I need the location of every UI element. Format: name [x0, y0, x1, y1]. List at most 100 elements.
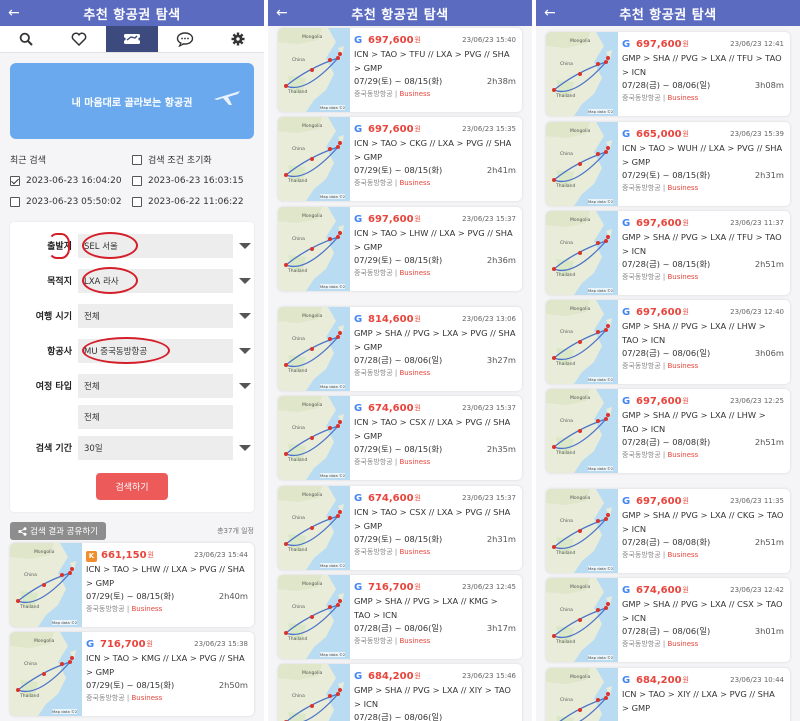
map-label-mongolia: Mongolia	[302, 35, 323, 40]
travel-time-select[interactable]: 전체	[78, 303, 251, 328]
price: G 697,600 원	[354, 123, 421, 137]
route-map	[546, 489, 618, 573]
cabin-class: Business	[667, 272, 699, 281]
tab-favorites[interactable]	[53, 26, 106, 52]
cabin-class: Business	[399, 178, 431, 187]
flight-card[interactable]: Mongolia China Thailand Map data ©2 G 697,600…	[546, 489, 790, 573]
flight-card[interactable]: Mongolia China Thailand Map data ©2 G 716,700…	[278, 575, 522, 659]
map-label-mongolia: Mongolia	[570, 129, 591, 134]
chevron-down-icon	[239, 277, 251, 284]
duration: 2h41m	[486, 165, 516, 175]
map-label-thailand: Thailand	[288, 90, 308, 95]
cabin-class: Business	[399, 368, 431, 377]
flight-card[interactable]: MongoliaChinaThailandMap data ©2G684,200…	[546, 668, 790, 721]
price: G 716,700 원	[354, 581, 421, 595]
map-label-mongolia: Mongolia	[302, 314, 323, 319]
trip-type-select-2[interactable]: 전체	[78, 404, 233, 429]
route-map	[10, 632, 82, 716]
price-value: 684,200	[368, 671, 414, 683]
travel-time-label: 여행 시기	[35, 312, 72, 322]
flight-card[interactable]: Mongolia China Thailand Map data ©2 G 697,600…	[278, 207, 522, 291]
map-label-mongolia: Mongolia	[302, 214, 323, 219]
duration: 2h51m	[754, 259, 784, 269]
promo-banner[interactable]: 내 마음대로 골라보는 항공권	[10, 63, 254, 139]
airline-name: 중국동방항공	[354, 547, 393, 556]
duration: 3h08m	[754, 80, 784, 90]
google-icon: G	[622, 585, 631, 597]
recent-search-item[interactable]: 2023-06-22 11:06:22	[132, 196, 254, 207]
airline-name: 중국동방항공	[622, 93, 661, 102]
share-button-label: 검색 결과 공유하기	[30, 527, 98, 537]
price-value: 716,700	[368, 582, 414, 594]
tab-ticket[interactable]	[105, 26, 159, 52]
airline-name: 중국동방항공	[86, 693, 125, 702]
departure-select[interactable]: SEL 서울	[78, 233, 251, 258]
checkbox[interactable]	[132, 154, 142, 165]
flight-card[interactable]: Mongolia China Thailand Map data ©2 G 697,600…	[278, 28, 522, 112]
share-icon	[18, 526, 27, 536]
google-icon: G	[622, 39, 631, 51]
search-time: 23/06/23 15:37	[462, 215, 516, 224]
airline-select[interactable]: MU 중국동방항공	[78, 338, 251, 363]
back-arrow-icon[interactable]: ←	[276, 4, 292, 22]
flight-card[interactable]: Mongolia China Thailand Map data ©2 G 665,000…	[546, 122, 790, 206]
route: GMP > SHA // PVG > LXA // LHW > TAO > IC…	[622, 410, 766, 434]
period-select[interactable]: 30일	[78, 435, 251, 460]
tab-settings[interactable]	[211, 26, 264, 52]
recent-search-item[interactable]: 2023-06-23 16:03:15	[132, 175, 254, 186]
tab-bar	[0, 26, 264, 53]
price: G 697,600 원	[622, 306, 689, 320]
flight-card[interactable]: Mongolia China Thailand Map data ©2 G 697,600…	[546, 300, 790, 384]
back-arrow-icon[interactable]: ←	[8, 4, 24, 22]
recent-search-item[interactable]: 2023-06-23 05:50:02	[10, 196, 132, 207]
flight-card[interactable]: Mongolia China Thailand Map data ©2 G 697,600…	[278, 117, 522, 201]
flight-card[interactable]: Mongolia China Thailand Map data ©2 G 697,600…	[546, 32, 790, 116]
checkbox[interactable]	[10, 196, 20, 207]
map-label-china: China	[292, 605, 305, 610]
price-value: 697,600	[368, 35, 414, 47]
route-map	[278, 117, 350, 201]
page-title: 추천 항공권 탐색	[83, 7, 181, 23]
app-header: ← 추천 항공권 탐색	[536, 0, 800, 26]
travel-dates: 07/29(토) ~ 08/15(화)	[354, 444, 443, 454]
travel-dates: 07/29(토) ~ 08/15(화)	[86, 591, 175, 601]
recent-search-item[interactable]: 2023-06-23 16:04:20	[10, 175, 132, 186]
duration: 2h31m	[486, 534, 516, 544]
route-map	[278, 207, 350, 291]
flight-card[interactable]: Mongolia China Thailand Map data ©2 K 661,150…	[10, 543, 254, 627]
checkbox[interactable]	[132, 196, 142, 207]
airline-value: MU 중국동방항공	[84, 346, 148, 357]
flight-card[interactable]: MongoliaChinaThailandMap data ©2G684,200…	[278, 664, 522, 721]
duration: 2h31m	[754, 170, 784, 180]
share-results-button[interactable]: 검색 결과 공유하기	[10, 522, 106, 540]
flight-card[interactable]: Mongolia China Thailand Map data ©2 G 716,700…	[10, 632, 254, 716]
currency: 원	[682, 397, 689, 406]
flight-card[interactable]: Mongolia China Thailand Map data ©2 G 697,600…	[546, 211, 790, 295]
map-label-china: China	[292, 694, 305, 699]
tab-search[interactable]	[0, 26, 53, 52]
reset-conditions[interactable]: 검색 조건 초기화	[132, 153, 254, 166]
map-label-mongolia: Mongolia	[302, 124, 323, 129]
back-arrow-icon[interactable]: ←	[544, 4, 560, 22]
map-label-china: China	[560, 419, 573, 424]
google-icon: G	[622, 496, 631, 508]
google-icon: G	[622, 129, 631, 141]
trip-type-select[interactable]: 전체	[78, 373, 251, 398]
route-map	[278, 28, 350, 112]
flight-card[interactable]: Mongolia China Thailand Map data ©2 G 674,600…	[278, 486, 522, 570]
price-value: 697,600	[636, 496, 682, 508]
checkbox[interactable]	[10, 175, 20, 186]
page-title: 추천 항공권 탐색	[351, 7, 449, 23]
map-footer: Map data ©2	[320, 652, 346, 657]
flight-card[interactable]: Mongolia China Thailand Map data ©2 G 814,600…	[278, 307, 522, 391]
checkbox[interactable]	[132, 175, 142, 186]
flight-card[interactable]: Mongolia China Thailand Map data ©2 G 674,600…	[546, 578, 790, 662]
destination-select[interactable]: LXA 라사	[78, 268, 251, 293]
tab-chat[interactable]	[158, 26, 211, 52]
flight-card[interactable]: Mongolia China Thailand Map data ©2 G 697,600…	[546, 389, 790, 473]
flight-card[interactable]: Mongolia China Thailand Map data ©2 G 674,600…	[278, 396, 522, 480]
cabin-class: Business	[399, 457, 431, 466]
cabin-class: Business	[667, 93, 699, 102]
search-button[interactable]: 검색하기	[96, 473, 168, 500]
route-map	[278, 486, 350, 570]
